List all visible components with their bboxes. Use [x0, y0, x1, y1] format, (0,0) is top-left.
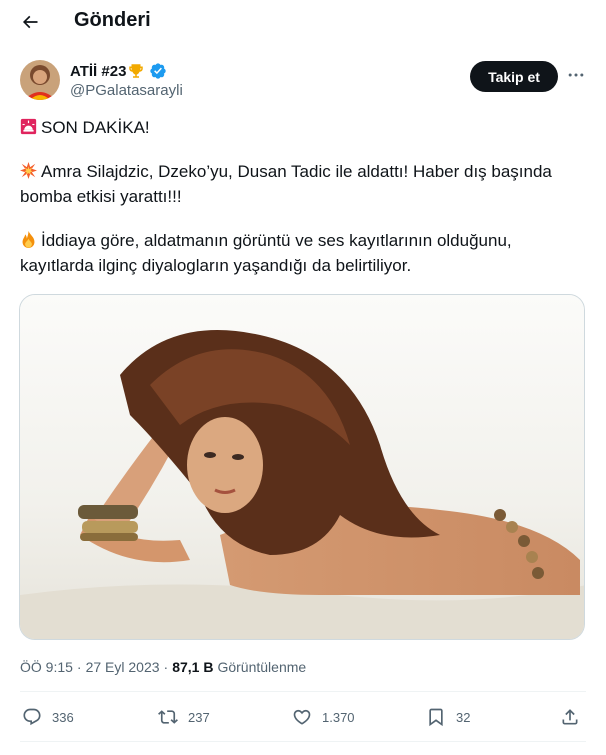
tweet-date[interactable]: 27 Eyl 2023 — [86, 659, 160, 675]
rotating-light-icon — [20, 118, 37, 135]
verified-icon[interactable] — [149, 62, 167, 80]
reply-count: 336 — [52, 709, 74, 725]
bookmark-count: 32 — [456, 709, 471, 725]
tweet-time[interactable]: ÖÖ 9:15 — [20, 659, 73, 675]
author-handle[interactable]: @PGalatasarayli — [70, 82, 183, 99]
retweet-button[interactable]: 237 — [158, 700, 210, 734]
tweet-actions: 336 237 1.370 32 — [20, 700, 586, 734]
collision-icon — [20, 162, 37, 179]
tweet-meta: ÖÖ 9:15 · 27 Eyl 2023 · 87,1 B Görüntüle… — [20, 657, 306, 677]
meta-separator: · — [163, 659, 169, 675]
tweet-paragraph-text: SON DAKİKA! — [41, 118, 150, 137]
trophy-icon — [129, 64, 144, 78]
tweet-paragraph-text: İddiaya göre, aldatmanın görüntü ve ses … — [20, 231, 512, 275]
fire-icon — [22, 231, 35, 248]
share-button[interactable] — [560, 700, 580, 734]
reply-icon — [23, 708, 41, 726]
bookmark-icon — [429, 708, 443, 727]
meta-separator: · — [76, 659, 82, 675]
like-count: 1.370 — [322, 709, 355, 725]
photo — [20, 295, 584, 639]
top-bar: Gönderi — [0, 0, 606, 44]
tweet-paragraph: SON DAKİKA! — [20, 115, 580, 140]
views-count: 87,1 B — [172, 659, 214, 675]
back-button[interactable] — [14, 6, 46, 38]
tweet-paragraph-text: Amra Silajdzic, Dzeko’yu, Dusan Tadic il… — [20, 162, 552, 206]
more-button[interactable] — [563, 62, 589, 88]
arrow-left-icon — [22, 15, 38, 29]
author-name-row: ATİİ #23 — [70, 61, 167, 81]
more-horizontal-icon — [568, 73, 584, 77]
share-icon — [562, 709, 578, 725]
tweet-image[interactable] — [19, 294, 585, 640]
divider — [20, 741, 586, 742]
like-button[interactable]: 1.370 — [292, 700, 355, 734]
tweet-paragraph: Amra Silajdzic, Dzeko’yu, Dusan Tadic il… — [20, 159, 580, 209]
heart-icon — [293, 709, 311, 725]
retweet-count: 237 — [188, 709, 210, 725]
bookmark-button[interactable]: 32 — [426, 700, 470, 734]
avatar[interactable] — [20, 60, 60, 100]
tweet-paragraph: İddiaya göre, aldatmanın görüntü ve ses … — [20, 228, 580, 278]
follow-button[interactable]: Takip et — [470, 61, 558, 92]
tweet-text: SON DAKİKA! Amra Silajdzic, Dzeko’yu, Du… — [20, 115, 580, 297]
reply-button[interactable]: 336 — [22, 700, 74, 734]
retweet-icon — [158, 710, 178, 724]
views-label: Görüntülenme — [217, 659, 307, 675]
divider — [20, 691, 586, 692]
page-title: Gönderi — [74, 9, 151, 31]
author-name[interactable]: ATİİ #23 — [70, 63, 126, 80]
